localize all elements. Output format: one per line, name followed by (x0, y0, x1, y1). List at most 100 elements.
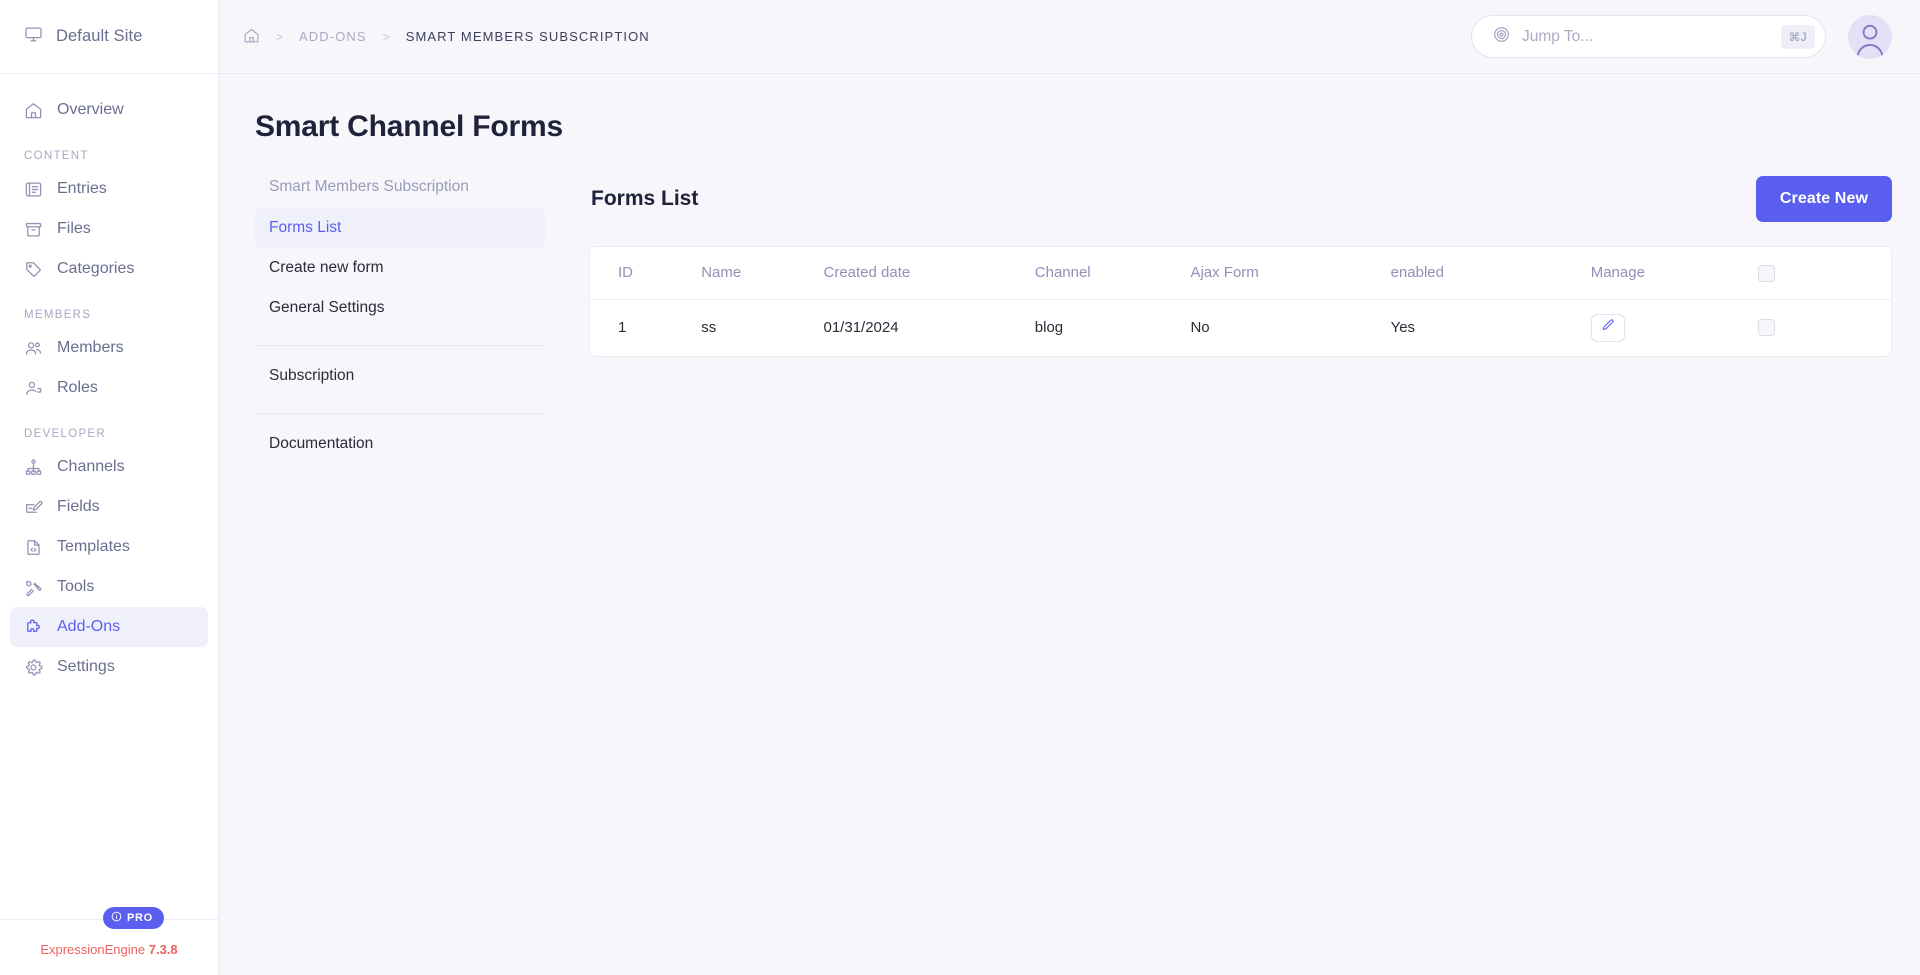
subnav-divider (255, 345, 545, 346)
monitor-icon (24, 25, 43, 49)
sidebar-item-overview[interactable]: Overview (10, 90, 208, 130)
column-header-manage[interactable]: Manage (1591, 247, 1758, 299)
breadcrumb-separator: > (383, 30, 390, 44)
home-icon (243, 32, 260, 47)
subnav-item-forms-list[interactable]: Forms List (255, 208, 545, 248)
sidebar-item-label: Overview (57, 101, 124, 119)
sidebar-item-label: Roles (57, 379, 98, 397)
primary-nav: Overview CONTENT Entries (0, 74, 218, 919)
info-icon (111, 911, 122, 925)
sidebar-item-add-ons[interactable]: Add-Ons (10, 607, 208, 647)
nav-section-members: MEMBERS (0, 309, 218, 321)
cell-channel: blog (1035, 299, 1191, 356)
column-header-name[interactable]: Name (701, 247, 823, 299)
forms-table: ID Name Created date Channel Ajax Form e… (590, 247, 1891, 356)
members-icon (24, 339, 43, 358)
pro-badge[interactable]: PRO (103, 907, 164, 929)
sidebar-item-entries[interactable]: Entries (10, 169, 208, 209)
puzzle-icon (24, 618, 43, 637)
avatar[interactable] (1848, 15, 1892, 59)
edit-icon (1600, 318, 1615, 337)
cell-name: ss (701, 299, 823, 356)
home-icon (24, 101, 43, 120)
search-input[interactable] (1522, 28, 1770, 46)
main-area: > ADD-ONS > SMART MEMBERS SUBSCRIPTION ⌘… (219, 0, 1920, 975)
sidebar-item-label: Templates (57, 538, 130, 556)
cell-enabled: Yes (1391, 299, 1591, 356)
sidebar-item-label: Fields (57, 498, 100, 516)
subnav-divider (255, 413, 545, 414)
breadcrumb: > ADD-ONS > SMART MEMBERS SUBSCRIPTION (243, 27, 1471, 47)
create-new-button[interactable]: Create New (1756, 176, 1892, 222)
page-content: Smart Channel Forms Smart Members Subscr… (219, 74, 1920, 975)
column-header-id[interactable]: ID (590, 247, 701, 299)
sidebar-item-files[interactable]: Files (10, 209, 208, 249)
sidebar-footer: PRO ExpressionEngine 7.3.8 (0, 919, 218, 975)
table-body: 1 ss 01/31/2024 blog No Yes (590, 299, 1891, 356)
version-info: ExpressionEngine 7.3.8 (0, 942, 218, 957)
entries-icon (24, 180, 43, 199)
column-header-select-all (1758, 247, 1892, 299)
page-title: Smart Channel Forms (255, 110, 1892, 144)
sidebar-item-label: Add-Ons (57, 618, 120, 636)
column-header-ajax-form[interactable]: Ajax Form (1190, 247, 1390, 299)
content-layout: Smart Members Subscription Forms List Cr… (255, 176, 1892, 464)
sidebar-item-channels[interactable]: Channels (10, 447, 208, 487)
breadcrumb-item-current: SMART MEMBERS SUBSCRIPTION (406, 29, 650, 44)
table-row[interactable]: 1 ss 01/31/2024 blog No Yes (590, 299, 1891, 356)
main-sidebar: Default Site Overview CONTENT (0, 0, 219, 975)
breadcrumb-item-add-ons[interactable]: ADD-ONS (299, 29, 367, 44)
subnav-item-general-settings[interactable]: General Settings (255, 288, 545, 328)
product-name: ExpressionEngine (40, 942, 145, 957)
sidebar-item-label: Members (57, 339, 124, 357)
column-header-channel[interactable]: Channel (1035, 247, 1191, 299)
search-box[interactable]: ⌘J (1471, 15, 1826, 58)
forms-table-card: ID Name Created date Channel Ajax Form e… (589, 246, 1892, 357)
sidebar-item-members[interactable]: Members (10, 328, 208, 368)
templates-icon (24, 538, 43, 557)
fields-icon (24, 498, 43, 517)
panel-title: Forms List (591, 187, 698, 211)
cell-manage (1591, 299, 1758, 356)
sidebar-item-roles[interactable]: Roles (10, 368, 208, 408)
subnav-item-documentation[interactable]: Documentation (255, 424, 545, 464)
channels-icon (24, 458, 43, 477)
files-icon (24, 220, 43, 239)
select-all-checkbox[interactable] (1758, 265, 1775, 282)
row-select-checkbox[interactable] (1758, 319, 1775, 336)
sidebar-item-label: Channels (57, 458, 125, 476)
sidebar-item-fields[interactable]: Fields (10, 487, 208, 527)
sidebar-item-tools[interactable]: Tools (10, 567, 208, 607)
target-icon (1492, 25, 1511, 49)
sidebar-item-label: Entries (57, 180, 107, 198)
cell-ajax-form: No (1190, 299, 1390, 356)
search-shortcut-badge: ⌘J (1781, 25, 1815, 49)
sidebar-item-templates[interactable]: Templates (10, 527, 208, 567)
site-switcher[interactable]: Default Site (0, 0, 218, 74)
subnav-item-subscription[interactable]: Subscription (255, 356, 545, 396)
pro-badge-label: PRO (127, 912, 153, 924)
cell-select (1758, 299, 1892, 356)
sidebar-item-categories[interactable]: Categories (10, 249, 208, 289)
app-root: Default Site Overview CONTENT (0, 0, 1920, 975)
nav-section-developer: DEVELOPER (0, 428, 218, 440)
jump-to-search[interactable]: ⌘J (1471, 15, 1826, 58)
table-header-row: ID Name Created date Channel Ajax Form e… (590, 247, 1891, 299)
sidebar-item-settings[interactable]: Settings (10, 647, 208, 687)
sidebar-item-label: Files (57, 220, 91, 238)
column-header-created-date[interactable]: Created date (824, 247, 1035, 299)
sidebar-item-label: Settings (57, 658, 115, 676)
subnav-item-create-new-form[interactable]: Create new form (255, 248, 545, 288)
nav-section-content: CONTENT (0, 150, 218, 162)
column-header-enabled[interactable]: enabled (1391, 247, 1591, 299)
secondary-nav: Smart Members Subscription Forms List Cr… (255, 176, 545, 464)
forms-panel: Forms List Create New ID Name Created da… (589, 176, 1892, 357)
table-head: ID Name Created date Channel Ajax Form e… (590, 247, 1891, 299)
edit-button[interactable] (1591, 314, 1625, 342)
site-name: Default Site (56, 27, 143, 46)
breadcrumb-home[interactable] (243, 27, 260, 47)
sidebar-item-label: Categories (57, 260, 134, 278)
cell-id: 1 (590, 299, 701, 356)
cell-created-date: 01/31/2024 (824, 299, 1035, 356)
roles-icon (24, 379, 43, 398)
